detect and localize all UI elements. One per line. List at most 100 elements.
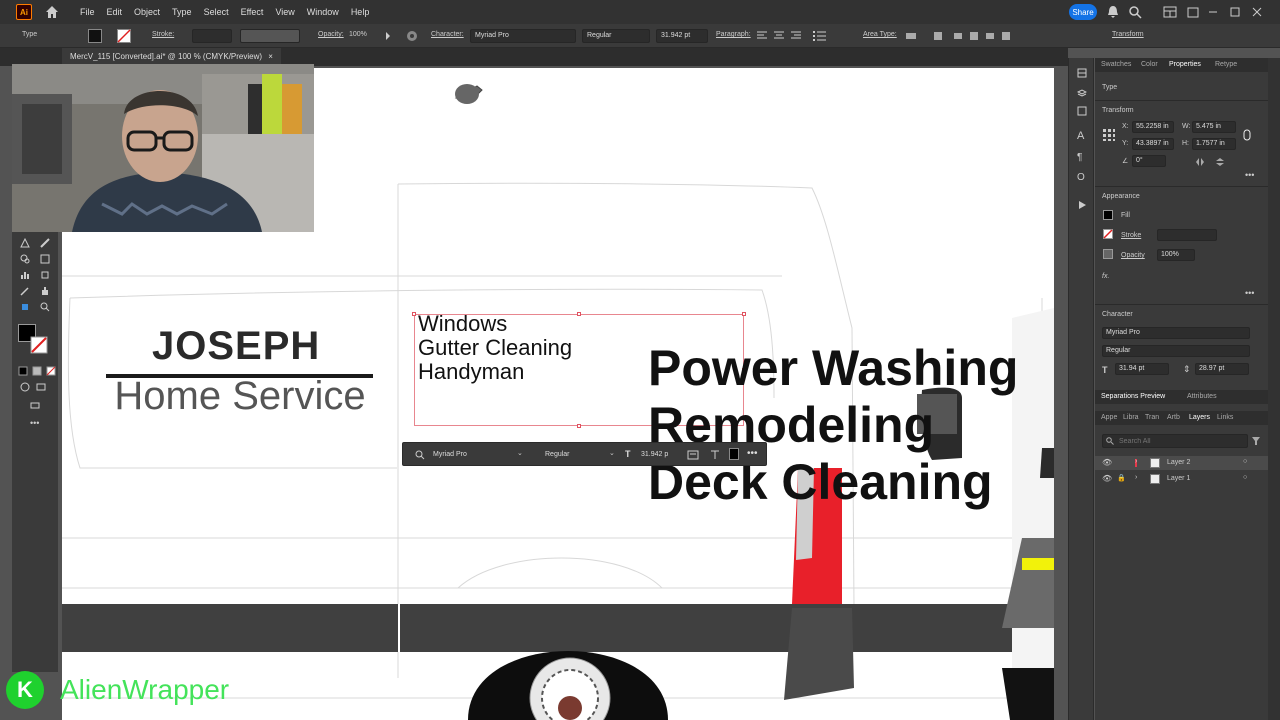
transform-label[interactable]: Transform	[1112, 31, 1144, 38]
tab-links[interactable]: Links	[1217, 414, 1233, 421]
tab-artboards[interactable]: Artb	[1167, 414, 1180, 421]
symbol-sprayer-icon[interactable]	[20, 302, 30, 312]
live-paint-icon[interactable]	[40, 254, 50, 264]
search-font-icon[interactable]	[415, 450, 425, 460]
appearance-stroke-swatch[interactable]	[1103, 229, 1113, 239]
tab-swatches[interactable]: Swatches	[1101, 61, 1131, 68]
logo-title[interactable]: JOSEPH	[152, 324, 319, 369]
artboard-tool-icon[interactable]	[40, 270, 50, 280]
fill-color-swatch[interactable]	[729, 448, 739, 460]
close-icon[interactable]	[1251, 4, 1263, 20]
tab-transform[interactable]: Tran	[1145, 414, 1159, 421]
menu-edit[interactable]: Edit	[107, 7, 123, 17]
stroke-color-box[interactable]	[30, 336, 48, 354]
appearance-fill-swatch[interactable]	[1103, 210, 1113, 220]
ctx-font-family[interactable]: Myriad Pro	[433, 451, 467, 458]
menu-view[interactable]: View	[275, 7, 294, 17]
layer-name[interactable]: Layer 1	[1167, 475, 1190, 482]
opacity-label[interactable]: Opacity	[1121, 252, 1145, 259]
fill-mode-icon[interactable]	[18, 366, 28, 376]
more-appearance-options-icon[interactable]: •••	[1245, 288, 1254, 298]
opacity-value[interactable]: 100%	[349, 31, 367, 38]
logo-subtitle[interactable]: Home Service	[100, 374, 380, 419]
layers-search[interactable]	[1102, 434, 1248, 448]
chevron-down-icon[interactable]: ⌄	[517, 449, 523, 457]
close-tab-icon[interactable]: ×	[268, 52, 273, 61]
screen-mode-icon[interactable]	[36, 382, 46, 392]
selection-handle[interactable]	[577, 312, 581, 316]
menu-file[interactable]: File	[80, 7, 95, 17]
target-icon[interactable]: ○	[1243, 474, 1247, 481]
reference-point-icon[interactable]	[1102, 128, 1116, 142]
home-icon[interactable]	[44, 4, 60, 20]
stroke-weight-field[interactable]	[192, 29, 232, 43]
selection-handle[interactable]	[742, 312, 746, 316]
flip-horizontal-icon[interactable]	[1195, 157, 1205, 167]
workspace-icon[interactable]	[1163, 4, 1177, 20]
menu-type[interactable]: Type	[172, 7, 192, 17]
opentype-panel-icon[interactable]: O	[1077, 172, 1087, 183]
libraries-panel-icon[interactable]	[1077, 106, 1087, 116]
ctx-font-size[interactable]: 31.942 p	[641, 451, 668, 458]
eye-icon[interactable]: 👁	[1102, 474, 1112, 483]
paragraph-panel-icon[interactable]: ¶	[1077, 152, 1087, 163]
zoom-tool-icon[interactable]	[40, 302, 50, 312]
tab-properties[interactable]: Properties	[1169, 61, 1201, 68]
tab-separations-preview[interactable]: Separations Preview	[1101, 393, 1165, 400]
recolor-icon[interactable]	[406, 30, 418, 42]
edit-toolbar-icon[interactable]	[30, 400, 40, 410]
actions-panel-icon[interactable]	[1077, 200, 1087, 210]
pen-tool-icon[interactable]	[20, 238, 30, 248]
chevron-right-icon[interactable]: ›	[1135, 474, 1137, 481]
character-font-style[interactable]: Regular	[1102, 345, 1250, 357]
stroke-label[interactable]: Stroke:	[152, 31, 174, 38]
bullets-icon[interactable]	[812, 30, 830, 42]
menu-window[interactable]: Window	[307, 7, 339, 17]
menu-select[interactable]: Select	[204, 7, 229, 17]
panel-scrollbar[interactable]	[1268, 58, 1280, 720]
chevron-right-icon[interactable]	[385, 32, 391, 40]
bell-icon[interactable]	[1106, 4, 1120, 20]
character-panel-icon[interactable]: A	[1077, 130, 1087, 142]
layer-row[interactable]: 👁 › Layer 2 ○	[1095, 456, 1268, 470]
stroke-label[interactable]: Stroke	[1121, 232, 1141, 239]
eye-icon[interactable]: 👁	[1102, 458, 1112, 467]
layers-search-input[interactable]	[1119, 436, 1239, 446]
font-size-field[interactable]: 31.942 pt	[656, 29, 708, 43]
align-objects-icon[interactable]	[904, 30, 1014, 42]
angle-field[interactable]: 0°	[1132, 155, 1166, 167]
graph-tool-icon[interactable]	[20, 270, 30, 280]
target-icon[interactable]: ○	[1243, 458, 1247, 465]
more-tools-icon[interactable]: •••	[30, 418, 39, 428]
tab-libraries[interactable]: Libra	[1123, 414, 1139, 421]
flip-vertical-icon[interactable]	[1215, 157, 1225, 167]
more-options-icon[interactable]: •••	[747, 448, 758, 459]
opacity-field[interactable]: 100%	[1157, 249, 1195, 261]
tab-layers[interactable]: Layers	[1189, 414, 1210, 421]
fx-label[interactable]: fx.	[1102, 273, 1109, 280]
chevron-right-icon[interactable]: ›	[1135, 458, 1137, 465]
character-label[interactable]: Character:	[431, 31, 464, 38]
font-style-field[interactable]: Regular	[582, 29, 650, 43]
type-options-icon[interactable]	[709, 450, 721, 460]
gradient-mode-icon[interactable]	[32, 366, 42, 376]
selection-handle[interactable]	[412, 312, 416, 316]
draw-mode-icon[interactable]	[20, 382, 30, 392]
variable-width-field[interactable]	[240, 29, 300, 43]
artboards-panel-icon[interactable]	[1077, 68, 1087, 78]
character-font-family[interactable]: Myriad Pro	[1102, 327, 1250, 339]
services-small-text[interactable]: Windows Gutter Cleaning Handyman	[418, 312, 572, 384]
text-frame-icon[interactable]	[687, 450, 699, 460]
ctx-font-style[interactable]: Regular	[545, 451, 570, 458]
layer-row[interactable]: 👁 🔒 › Layer 1 ○	[1095, 472, 1268, 486]
stroke-swatch[interactable]	[117, 29, 131, 43]
search-icon[interactable]	[1128, 4, 1142, 20]
character-leading[interactable]: 28.97 pt	[1195, 363, 1249, 375]
chevron-down-icon[interactable]: ⌄	[609, 449, 615, 457]
tab-appearance[interactable]: Appe	[1101, 414, 1117, 421]
paragraph-label[interactable]: Paragraph:	[716, 31, 751, 38]
tab-color[interactable]: Color	[1141, 61, 1158, 68]
more-transform-options-icon[interactable]: •••	[1245, 170, 1254, 180]
opacity-label[interactable]: Opacity:	[318, 31, 344, 38]
hand-tool-icon[interactable]	[40, 286, 50, 296]
